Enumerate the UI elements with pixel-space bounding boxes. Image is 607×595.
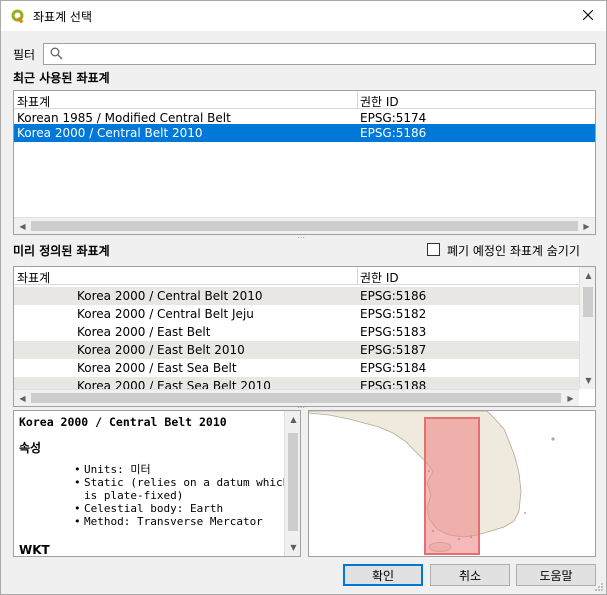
- properties-heading: 속성: [19, 441, 42, 455]
- authority-id-cell: EPSG:5183: [360, 325, 427, 339]
- column-header-authority-id[interactable]: 권한 ID: [360, 93, 399, 110]
- search-icon: [50, 47, 63, 60]
- crs-name-cell: Korean 1985 / Modified Central Belt: [17, 111, 231, 125]
- table-row[interactable]: Korea 2000 / East Belt EPSG:5183: [14, 323, 579, 341]
- scroll-up-icon[interactable]: ▲: [285, 411, 300, 428]
- scroll-left-icon[interactable]: ◀: [14, 390, 31, 406]
- table-header: 좌표계 권한 ID: [14, 91, 595, 109]
- scroll-down-icon[interactable]: ▼: [285, 539, 300, 556]
- authority-id-cell: EPSG:5186: [360, 289, 427, 303]
- cancel-button[interactable]: 취소: [430, 564, 510, 586]
- predefined-crs-table: 좌표계 권한 ID Korea 2000 / Central Belt 2010…: [13, 266, 596, 407]
- scroll-thumb[interactable]: [583, 287, 593, 317]
- table-row-selected[interactable]: Korea 2000 / Central Belt 2010 EPSG:5186: [14, 124, 595, 142]
- column-header-authority-id[interactable]: 권한 ID: [360, 269, 399, 286]
- qgis-logo-icon: [11, 9, 24, 24]
- crs-name-cell: Korea 2000 / East Belt: [77, 325, 211, 339]
- vertical-scrollbar[interactable]: ▲ ▼: [284, 411, 300, 556]
- table-row[interactable]: Korea 2000 / East Belt 2010 EPSG:5187: [14, 341, 579, 359]
- scroll-down-icon[interactable]: ▼: [580, 372, 595, 389]
- close-button[interactable]: [576, 4, 600, 26]
- help-button[interactable]: 도움말: [516, 564, 596, 586]
- scroll-thumb[interactable]: [288, 433, 298, 531]
- crs-name-cell: Korea 2000 / East Sea Belt: [77, 361, 237, 375]
- table-row[interactable]: Korea 2000 / East Sea Belt EPSG:5184: [14, 359, 579, 377]
- table-row[interactable]: Korea 2000 / Central Belt 2010 EPSG:5186: [14, 287, 579, 305]
- properties-list: Units: 미터 Static (relies on a datum whic…: [74, 463, 294, 528]
- crs-details-panel: Korea 2000 / Central Belt 2010 속성 Units:…: [13, 410, 301, 557]
- column-divider[interactable]: [357, 91, 358, 109]
- vertical-scrollbar[interactable]: ▲ ▼: [579, 267, 595, 389]
- title-bar: 좌표계 선택: [1, 1, 606, 31]
- scroll-thumb[interactable]: [31, 393, 561, 403]
- recent-crs-title: 최근 사용된 좌표계: [13, 71, 110, 85]
- property-item: Celestial body: Earth: [74, 502, 294, 515]
- crs-name-cell: Korea 2000 / Central Belt 2010: [17, 126, 203, 140]
- hide-deprecated-label: 폐기 예정인 좌표계 숨기기: [447, 244, 580, 258]
- scroll-up-icon[interactable]: ▲: [580, 267, 595, 284]
- authority-id-cell: EPSG:5174: [360, 111, 427, 125]
- horizontal-scrollbar[interactable]: ◀ ▶: [14, 217, 595, 234]
- crs-name-cell: Korea 2000 / Central Belt Jeju: [77, 307, 254, 321]
- column-header-crs[interactable]: 좌표계: [17, 93, 50, 110]
- scroll-thumb[interactable]: [31, 221, 578, 231]
- splitter-handle[interactable]: ⋯: [297, 233, 306, 242]
- ok-button[interactable]: 확인: [343, 564, 423, 586]
- table-header: 좌표계 권한 ID: [14, 267, 579, 285]
- table-row[interactable]: Korea 2000 / Central Belt Jeju EPSG:5182: [14, 305, 579, 323]
- authority-id-cell: EPSG:5184: [360, 361, 427, 375]
- crs-name-cell: Korea 2000 / Central Belt 2010: [77, 289, 263, 303]
- recent-crs-table: 좌표계 권한 ID Korean 1985 / Modified Central…: [13, 90, 596, 235]
- filter-label: 필터: [13, 48, 36, 62]
- crs-name-cell: Korea 2000 / East Belt 2010: [77, 343, 245, 357]
- predefined-crs-title: 미리 정의된 좌표계: [13, 244, 110, 258]
- wkt-heading: WKT: [19, 543, 50, 557]
- filter-input[interactable]: [68, 46, 588, 62]
- close-icon: [583, 10, 593, 20]
- authority-id-cell: EPSG:5182: [360, 307, 427, 321]
- property-item: Method: Transverse Mercator: [74, 515, 294, 528]
- filter-field[interactable]: [43, 43, 596, 65]
- scroll-left-icon[interactable]: ◀: [14, 218, 31, 234]
- authority-id-cell: EPSG:5187: [360, 343, 427, 357]
- crs-details-title: Korea 2000 / Central Belt 2010: [19, 415, 227, 429]
- column-header-crs[interactable]: 좌표계: [17, 269, 50, 286]
- korea-map-icon: [309, 411, 595, 556]
- crs-extent-map[interactable]: [308, 410, 596, 557]
- crs-selector-dialog: 좌표계 선택 필터 최근 사용된 좌표계 좌표계 권한 ID Korean 19…: [0, 0, 607, 595]
- property-item: Static (relies on a datum which is plate…: [74, 476, 294, 502]
- resize-grip-icon[interactable]: [594, 582, 604, 592]
- property-item: Units: 미터: [74, 463, 294, 476]
- scroll-right-icon[interactable]: ▶: [578, 218, 595, 234]
- hide-deprecated-checkbox[interactable]: [427, 243, 440, 256]
- column-divider[interactable]: [357, 267, 358, 285]
- authority-id-cell: EPSG:5186: [360, 126, 427, 140]
- window-title: 좌표계 선택: [33, 10, 93, 24]
- scroll-right-icon[interactable]: ▶: [562, 390, 579, 406]
